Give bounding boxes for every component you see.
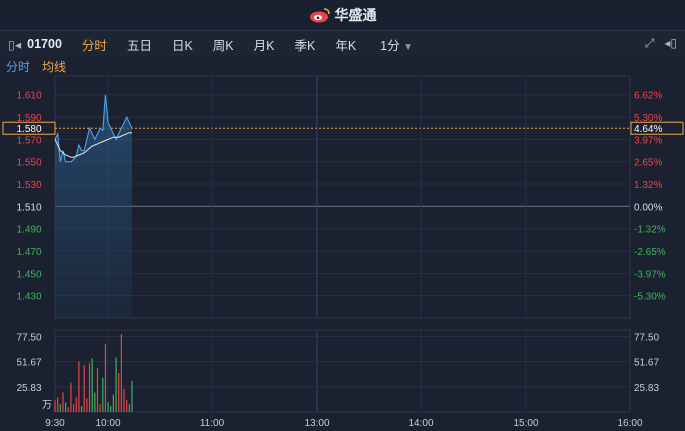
expand-right-icon[interactable]: ◂▯ [664,36,677,51]
time-axis-label: 16:00 [617,418,642,429]
time-axis-label: 15:00 [513,418,538,429]
subtab-time[interactable]: 分时 [0,58,36,76]
tab-monthly-k[interactable]: 月K [244,35,285,54]
brand-bar: 华盛通 [0,0,685,31]
volume-pane-frame [54,329,631,413]
sub-tabs: 分时 均线 [0,58,72,76]
time-axis-label: 9:30 [45,418,65,429]
time-axis-label: 13:00 [304,418,329,429]
tab-daily-k[interactable]: 日K [162,35,203,54]
pct-axis-label: 0.00% [634,202,662,213]
pct-axis-label: 6.62% [634,91,662,102]
intraday-chart: 1.610 6.62% 1.590 5.30% 1.580 4.64% 1.570 3.97%… [2,75,684,429]
pct-axis-label: 4.64% [634,124,662,135]
price-axis-label: 1.610 [16,91,41,102]
volume-axis-label: 25.83 [16,383,41,394]
price-axis-label: 1.580 [16,124,41,135]
volume-axis-label: 77.50 [16,332,41,343]
tab-intraday[interactable]: 分时 [72,35,117,54]
collapse-left-icon[interactable]: ▯◂ [0,37,23,52]
price-area-fill [55,94,132,318]
time-axis-label: 11:00 [200,418,225,429]
price-axis-label: 1.510 [16,202,41,213]
price-axis-label: 1.470 [16,247,41,258]
price-axis-label: 1.550 [16,158,41,169]
current-price-box [2,121,56,135]
fullscreen-icon[interactable]: ⤢ [645,36,655,51]
toolbar: ▯◂ 01700 分时 五日 日K 周K 月K 季K 年K 1分 ▼ [0,31,685,57]
volume-axis-label: 51.67 [16,358,41,369]
chevron-down-icon: ▼ [403,41,414,53]
pct-axis-label: 2.65% [634,158,662,169]
interval-select[interactable]: 1分 ▼ [366,35,423,54]
tab-quarterly-k[interactable]: 季K [284,35,325,54]
tab-five-day[interactable]: 五日 [117,35,162,54]
volume-axis-label-right: 77.50 [634,332,659,343]
window-controls: ⤢ ◂▯ [645,36,677,51]
price-axis-label: 1.450 [16,269,41,280]
tab-weekly-k[interactable]: 周K [203,35,244,54]
tab-yearly-k[interactable]: 年K [325,35,366,54]
subtab-avg[interactable]: 均线 [36,58,72,76]
time-axis-label: 14:00 [408,418,433,429]
pct-axis-label: 5.30% [634,113,662,124]
volume-axis-label-right: 51.67 [634,358,659,369]
pct-axis-label: -3.97% [634,269,666,280]
brand-name: 华盛通 [334,7,377,23]
price-axis-label: 1.490 [16,225,41,236]
pct-axis-label: 1.32% [634,180,662,191]
pct-axis-label: -1.32% [634,225,666,236]
price-line [54,94,133,163]
brand-logo: 华盛通 [309,5,377,25]
time-axis-label: 10:00 [95,418,120,429]
price-axis-label: 1.570 [16,135,41,146]
price-axis-label: 1.590 [16,113,41,124]
pct-axis-label: -5.30% [634,292,666,303]
pct-axis-label: -2.65% [634,247,666,258]
avg-price-line [54,132,132,158]
interval-value: 1分 [380,38,400,53]
weibo-icon [309,8,330,23]
pct-axis-label: 3.97% [634,135,662,146]
volume-unit-label: 万 [42,400,52,411]
current-pct-box [630,121,684,135]
stock-code: 01700 [27,37,62,51]
price-axis-label: 1.430 [16,292,41,303]
price-axis-label: 1.530 [16,180,41,191]
price-pane-frame [54,75,631,319]
volume-axis-label-right: 25.83 [634,383,659,394]
